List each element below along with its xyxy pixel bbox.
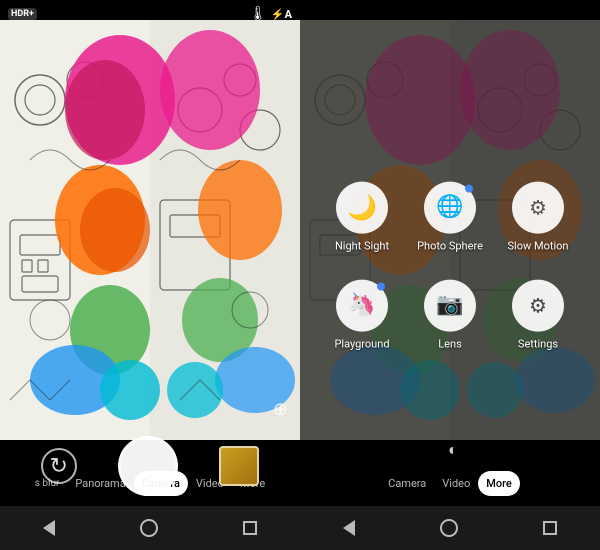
night-sight-icon-circle: 🌙 (336, 181, 388, 233)
playground-icon-circle: 🦄 (336, 279, 388, 331)
temp-icon: 🌡 (249, 6, 267, 22)
slow-motion-icon-circle: ⚙ (512, 181, 564, 233)
photo-sphere-icon: 🌐 (436, 195, 463, 220)
gallery-thumbnail[interactable] (219, 446, 259, 486)
mode-indicator: ◐ (448, 440, 458, 460)
photo-sphere-label: Photo Sphere (417, 239, 483, 252)
right-mode-tab-camera[interactable]: Camera (380, 471, 434, 496)
night-sight-label: Night Sight (335, 239, 389, 252)
home-button-right[interactable] (440, 519, 458, 537)
nav-bar-right (300, 506, 600, 550)
playground-item[interactable]: 🦄 Playground (322, 270, 402, 360)
right-panel: 🌙 Night Sight 🌐 Photo Sphere ⚙ Slow Moti… (300, 0, 600, 550)
night-sight-item[interactable]: 🌙 Night Sight (322, 172, 402, 262)
right-mode-tab-video[interactable]: Video (434, 471, 478, 496)
left-panel: HDR+ 🌡 ⚡A s blur Panorama Camera Video M… (0, 0, 300, 550)
status-bar: HDR+ 🌡 ⚡A (0, 0, 300, 28)
night-sight-icon: 🌙 (347, 193, 377, 221)
home-button-left[interactable] (140, 519, 158, 537)
camera-mode-menu: 🌙 Night Sight 🌐 Photo Sphere ⚙ Slow Moti… (322, 172, 578, 360)
back-button-right[interactable] (343, 520, 355, 536)
settings-icon: ⚙ (529, 293, 547, 317)
rotate-camera-button[interactable]: ↻ (41, 448, 77, 484)
photo-sphere-item[interactable]: 🌐 Photo Sphere (410, 172, 490, 262)
settings-item[interactable]: ⚙ Settings (498, 270, 578, 360)
zoom-indicator: ⊕ (273, 399, 288, 420)
flash-indicator: ⚡A (271, 8, 292, 21)
back-button-left[interactable] (43, 520, 55, 536)
lens-icon: 📷 (436, 293, 463, 318)
slow-motion-item[interactable]: ⚙ Slow Motion (498, 172, 578, 262)
shutter-button[interactable] (118, 436, 178, 496)
lens-icon-circle: 📷 (424, 279, 476, 331)
playground-label: Playground (334, 337, 389, 350)
settings-label: Settings (518, 337, 558, 350)
camera-viewfinder (0, 0, 300, 460)
playground-icon: 🦄 (348, 293, 375, 318)
status-left: HDR+ (8, 8, 37, 20)
hdr-badge: HDR+ (8, 8, 37, 20)
slow-motion-icon: ⚙ (529, 195, 547, 219)
status-right: 🌡 ⚡A (249, 6, 292, 22)
playground-dot (377, 282, 385, 290)
photo-sphere-icon-circle: 🌐 (424, 181, 476, 233)
lens-label: Lens (438, 337, 462, 350)
recents-button-left[interactable] (243, 521, 257, 535)
photo-sphere-dot (465, 184, 473, 192)
recents-button-right[interactable] (543, 521, 557, 535)
settings-icon-circle: ⚙ (512, 279, 564, 331)
right-mode-tab-more[interactable]: More (478, 471, 520, 496)
lens-item[interactable]: 📷 Lens (410, 270, 490, 360)
mode-tabs-right: Camera Video More (300, 460, 600, 506)
nav-bar-left (0, 506, 300, 550)
slow-motion-label: Slow Motion (508, 239, 569, 252)
